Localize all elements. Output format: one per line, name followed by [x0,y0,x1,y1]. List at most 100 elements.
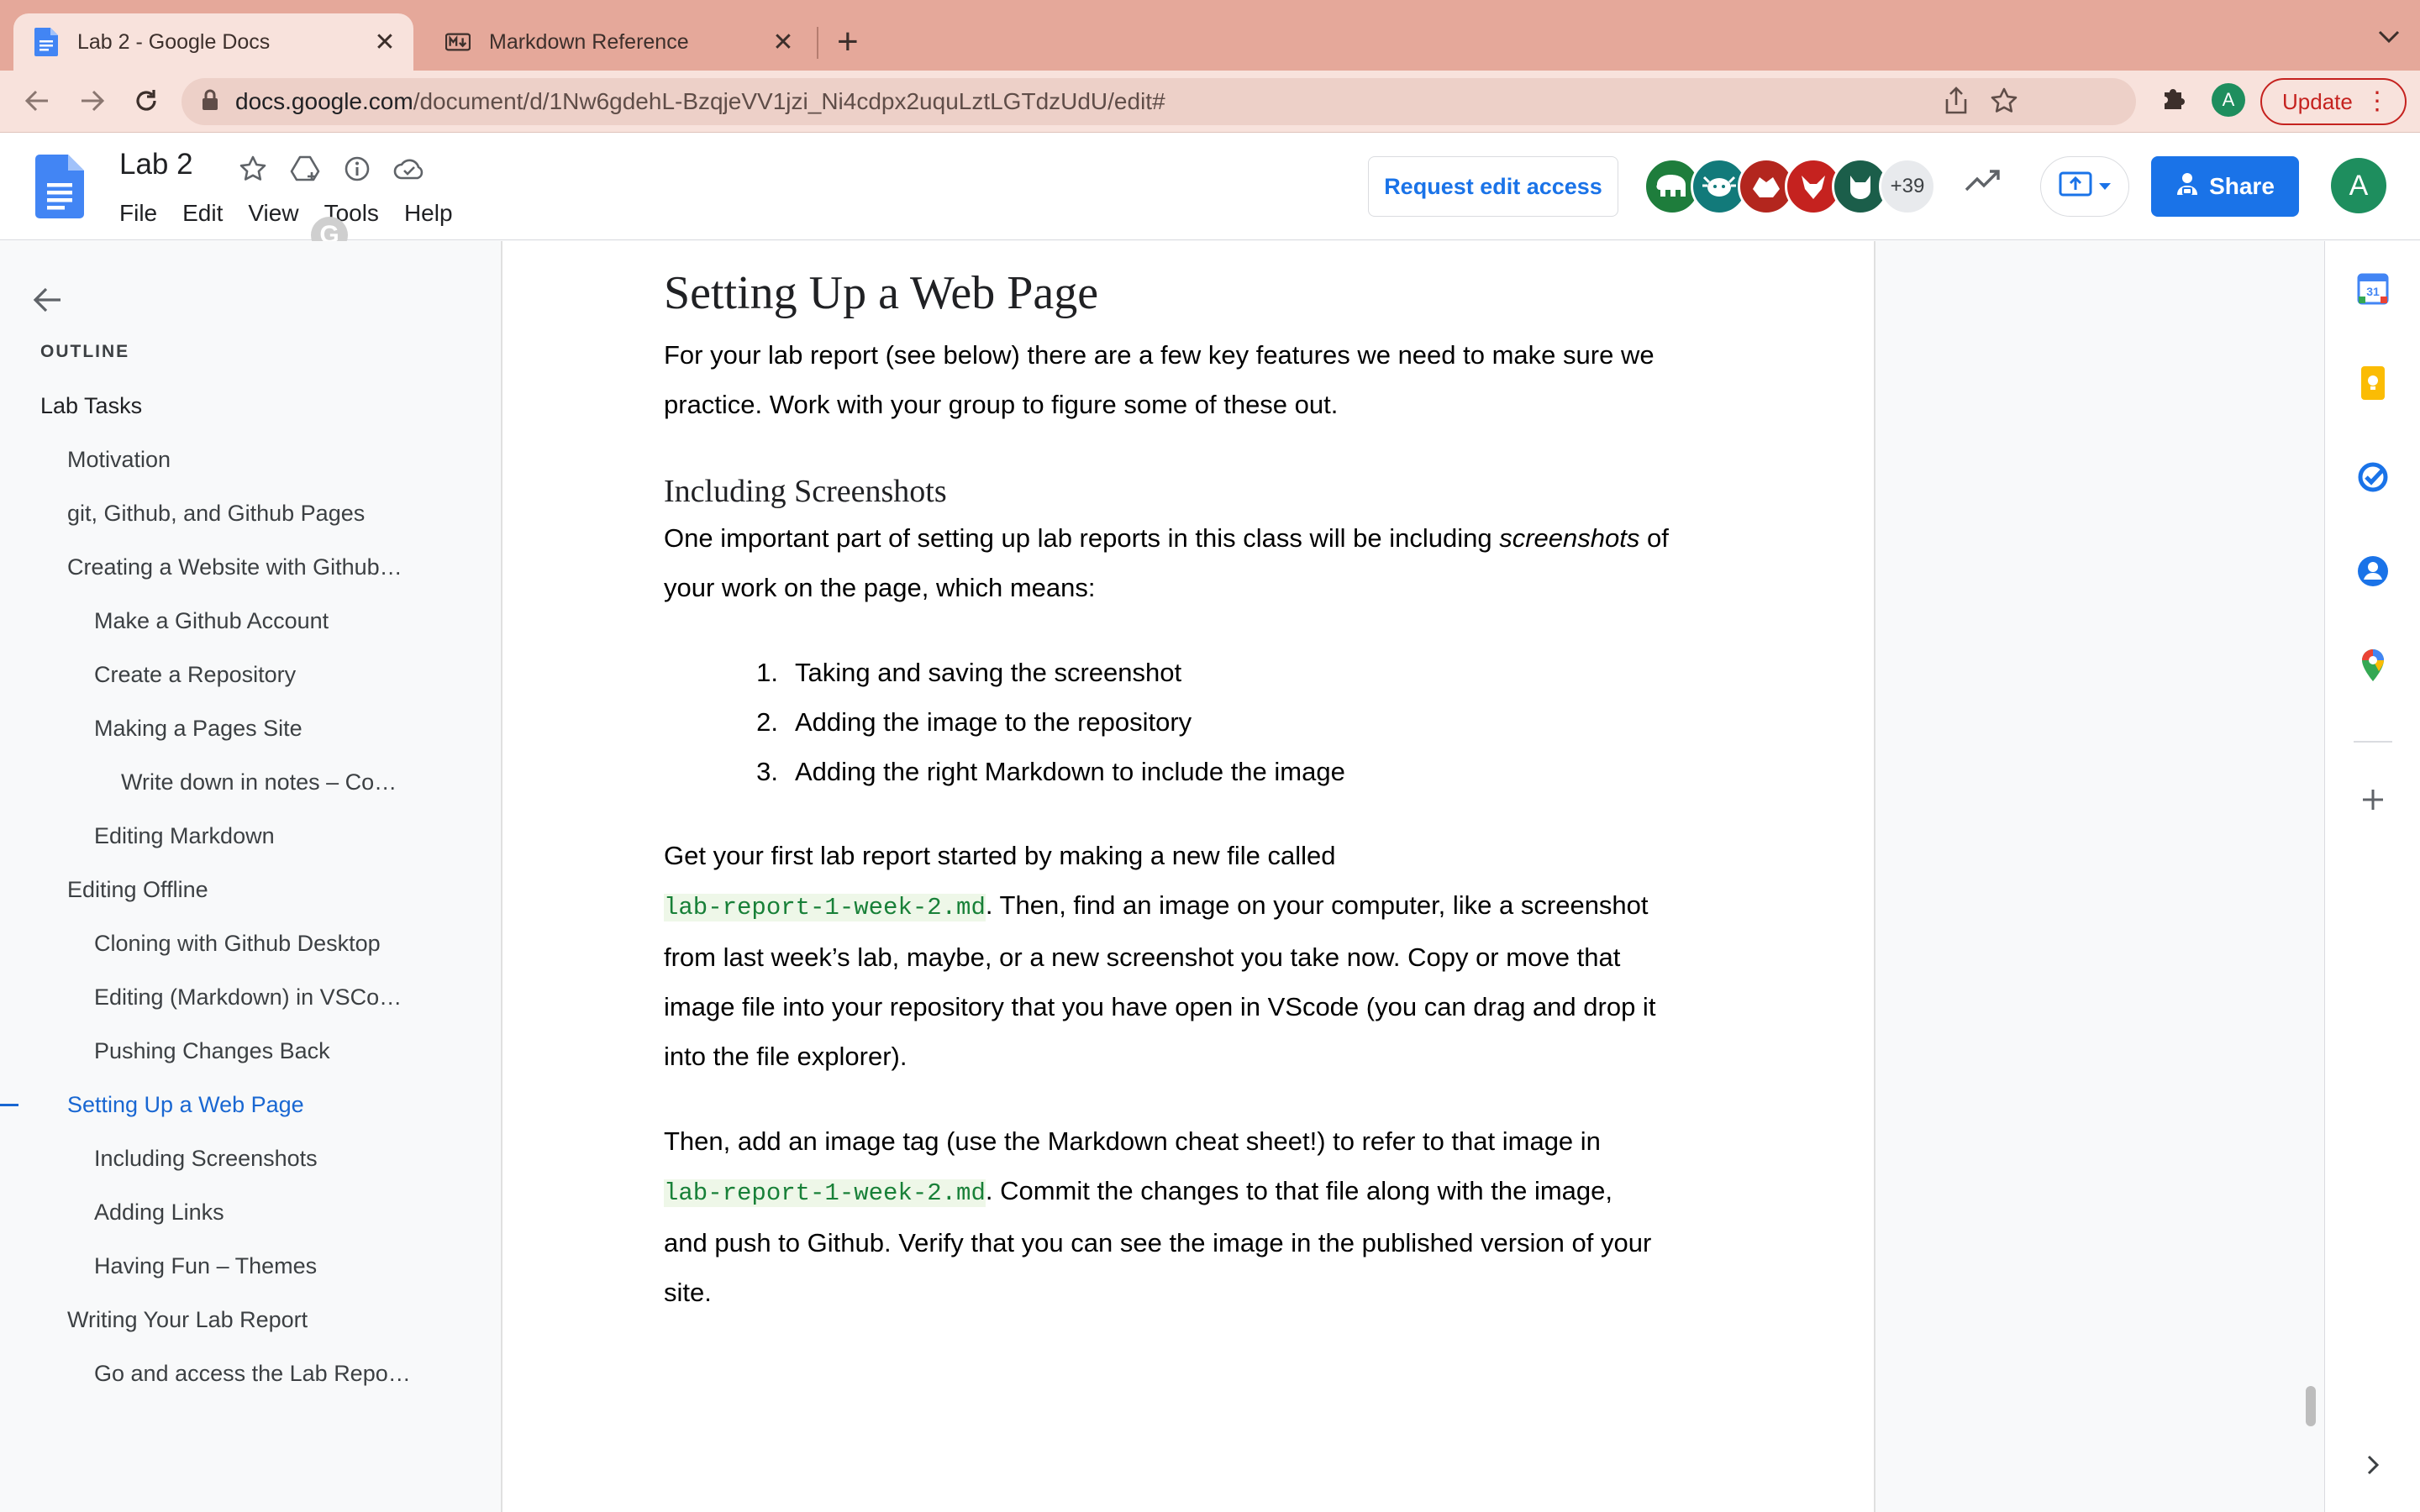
share-people-icon [2175,171,2199,202]
markdown-icon [445,28,471,56]
outline-item[interactable]: Write down in notes – Co… [0,755,501,809]
expand-icon[interactable] [2355,1447,2391,1483]
request-edit-access-button[interactable]: Request edit access [1368,156,1618,217]
outline-list: Lab Tasks Motivation git, Github, and Gi… [0,379,501,1400]
outline-item[interactable]: Go and access the Lab Repo… [0,1347,501,1400]
steps-list: 1. Taking and saving the screenshot 2. Add… [738,648,1345,796]
more-viewers-badge[interactable]: +39 [1879,158,1936,215]
text-line: image file into your repository that you… [664,992,1656,1021]
tab-markdown-reference[interactable]: Markdown Reference ✕ [425,13,812,71]
extensions-puzzle-icon[interactable] [2160,82,2190,117]
list-item: 3. Adding the right Markdown to include t… [756,757,1345,786]
docs-menubar: File Edit View Tools Help [119,200,478,227]
menu-file[interactable]: File [119,200,157,227]
url-text: docs.google.com/document/d/1Nw6gdehL-Bzq… [235,88,1165,114]
reload-icon[interactable] [128,82,165,119]
text-line: into the file explorer). [664,1042,908,1071]
inline-code: lab-report-1-week-2.md [664,1179,986,1207]
text-line: your work on the page, which means: [664,573,1096,602]
cloud-saved-icon[interactable] [392,151,427,186]
text-line: lab-report-1-week-2.md. Then, find an im… [664,890,1649,921]
image-tag-paragraph: Then, add an image tag (use the Markdown… [664,1116,1714,1317]
google-docs-logo-icon[interactable] [35,155,84,223]
list-item: 1. Taking and saving the screenshot [756,658,1182,687]
tab-title: Markdown Reference [489,29,689,54]
document-title[interactable]: Lab 2 [119,148,193,181]
tab-title: Lab 2 - Google Docs [77,29,271,54]
outline-item[interactable]: git, Github, and Github Pages [0,486,501,540]
lock-icon[interactable] [202,89,218,115]
outline-item[interactable]: Create a Repository [0,648,501,701]
browser-toolbar: docs.google.com/document/d/1Nw6gdehL-Bzq… [0,71,2420,133]
block-background [502,241,1874,251]
new-tab-button[interactable]: + [837,20,859,64]
viewer-avatars: +39 [1644,158,1936,215]
account-avatar[interactable]: A [2331,158,2386,213]
outline-item[interactable]: Having Fun – Themes [0,1239,501,1293]
document-outline-panel: OUTLINE Lab Tasks Motivation git, Github… [0,241,501,1512]
present-to-meeting-button[interactable] [2040,156,2129,217]
contacts-icon[interactable] [2355,554,2391,589]
text-line: and push to Github. Verify that you can … [664,1228,1652,1257]
back-arrow-icon[interactable] [18,82,55,119]
update-button[interactable]: Update ⋮ [2260,78,2407,125]
close-outline-back-arrow-icon[interactable] [32,286,62,318]
share-label: Share [2209,173,2275,199]
caret-down-icon [2099,179,2111,194]
share-button[interactable]: Share [2151,156,2299,217]
heading-setting-up-web-page: Setting Up a Web Page [664,267,1099,319]
menu-edit[interactable]: Edit [182,200,223,227]
outline-item[interactable]: Writing Your Lab Report [0,1293,501,1347]
add-icon[interactable] [2355,782,2391,817]
outline-item[interactable]: Make a Github Account [0,594,501,648]
side-panel: 31 [2324,241,2420,1512]
tasks-icon[interactable] [2355,459,2391,495]
keep-icon[interactable] [2355,365,2391,401]
outline-item[interactable]: Adding Links [0,1185,501,1239]
text-line: Get your first lab report started by mak… [664,841,1336,870]
document-info-icon[interactable] [339,151,375,186]
menu-view[interactable]: View [248,200,298,227]
maps-icon[interactable] [2355,648,2391,683]
close-tab-icon[interactable]: ✕ [766,28,800,57]
browser-profile-avatar[interactable]: A [2212,83,2245,117]
outline-item[interactable]: Editing (Markdown) in VSCo… [0,970,501,1024]
tab-google-docs[interactable]: Lab 2 - Google Docs ✕ [13,13,413,71]
canvas-gutter [1876,241,2324,1512]
screenshots-paragraph: One important part of setting up lab rep… [664,513,1714,612]
side-panel-divider [2354,741,2392,743]
text-line: lab-report-1-week-2.md. Commit the chang… [664,1176,1612,1207]
activity-dashboard-icon[interactable] [1965,168,2002,197]
address-bar[interactable]: docs.google.com/document/d/1Nw6gdehL-Bzq… [182,78,2136,125]
outline-item[interactable]: Creating a Website with Github… [0,540,501,594]
close-tab-icon[interactable]: ✕ [368,28,402,57]
tab-search-chevron-icon[interactable] [2378,22,2400,50]
svg-text:31: 31 [2366,285,2380,298]
outline-item[interactable]: Cloning with Github Desktop [0,916,501,970]
outline-item[interactable]: Editing Offline [0,863,501,916]
outline-item[interactable]: Editing Markdown [0,809,501,863]
text-line: For your lab report (see below) there ar… [664,340,1655,370]
outline-item[interactable]: Motivation [0,433,501,486]
forward-arrow-icon[interactable] [74,82,111,119]
outline-item[interactable]: Lab Tasks [0,379,501,433]
more-vertical-icon[interactable]: ⋮ [2365,87,2390,116]
list-item: 2. Adding the image to the repository [756,707,1192,737]
calendar-icon[interactable]: 31 [2355,271,2391,307]
menu-help[interactable]: Help [404,200,453,227]
outline-item[interactable]: Including Screenshots [0,1131,501,1185]
add-shortcut-drive-icon[interactable] [287,151,323,186]
outline-item-active[interactable]: Setting Up a Web Page [0,1078,501,1131]
intro-paragraph: For your lab report (see below) there ar… [664,330,1714,429]
outline-item[interactable]: Making a Pages Site [0,701,501,755]
outline-item[interactable]: Pushing Changes Back [0,1024,501,1078]
share-page-icon[interactable] [1944,87,1968,119]
bookmark-star-icon[interactable] [1990,87,2018,119]
document-page[interactable]: Setting Up a Web Page For your lab repor… [502,241,1874,1512]
star-icon[interactable] [235,151,271,186]
inline-code: lab-report-1-week-2.md [664,894,986,921]
text-line: One important part of setting up lab rep… [664,523,1669,553]
heading-including-screenshots: Including Screenshots [664,474,947,509]
update-label: Update [2282,88,2353,114]
document-scrollbar[interactable] [2306,1386,2316,1426]
